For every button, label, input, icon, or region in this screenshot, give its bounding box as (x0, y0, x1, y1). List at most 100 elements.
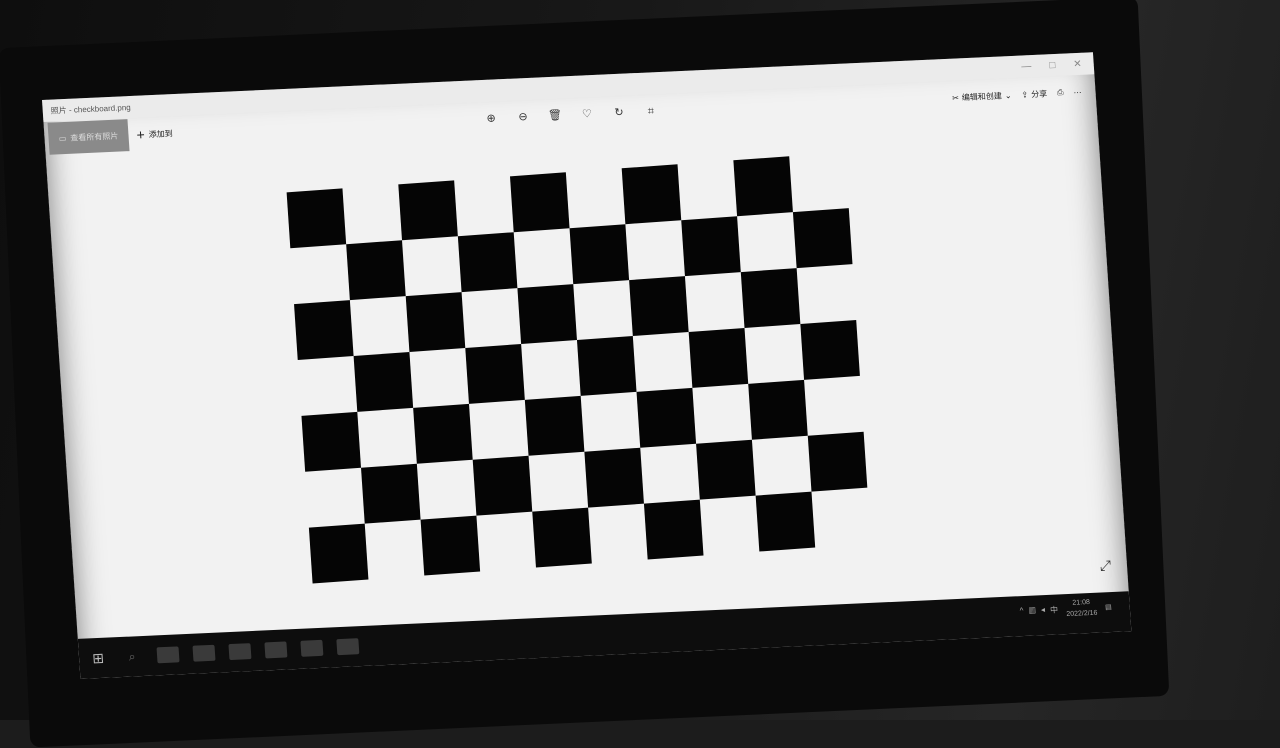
board-square (625, 220, 685, 280)
board-square (413, 403, 473, 464)
board-square (420, 515, 481, 576)
board-square (811, 488, 871, 548)
board-square (800, 319, 860, 380)
tray-icons: ^ ▥ ◂ 中 (1019, 604, 1058, 617)
delete-icon[interactable]: 🗑 (548, 108, 563, 123)
board-square (621, 164, 682, 225)
search-icon[interactable]: ⌕ (121, 648, 144, 665)
board-square (417, 460, 477, 520)
board-square (633, 332, 693, 392)
board-square (357, 408, 417, 468)
minimize-icon[interactable]: — (1021, 61, 1032, 72)
board-square (457, 232, 518, 293)
board-square (301, 411, 362, 472)
taskbar-app-3[interactable] (228, 643, 252, 661)
zoom-out-icon[interactable]: ⊖ (516, 110, 531, 125)
volume-icon[interactable]: ◂ (1041, 605, 1046, 616)
board-square (286, 188, 347, 249)
board-square (469, 400, 529, 460)
more-icon[interactable]: ⋯ (1073, 87, 1082, 96)
board-square (521, 340, 581, 400)
board-square (581, 392, 641, 452)
board-square (640, 444, 700, 504)
board-square (566, 168, 626, 228)
board-square (465, 343, 525, 404)
board-square (569, 224, 630, 285)
board-square (402, 236, 462, 296)
board-square (409, 348, 469, 408)
board-square (529, 452, 589, 512)
board-square (636, 387, 697, 448)
taskbar-app-1[interactable] (156, 646, 180, 664)
share-icon: ⇪ (1021, 89, 1029, 100)
heart-icon[interactable]: ♡ (580, 107, 595, 122)
crop-icon[interactable]: ⌗ (644, 104, 659, 119)
board-square (685, 272, 745, 332)
board-square (472, 455, 533, 516)
board-square (584, 447, 644, 508)
album-icon: ▭ (58, 133, 67, 143)
chevron-up-icon[interactable]: ^ (1019, 606, 1023, 617)
board-square (755, 491, 816, 552)
board-square (342, 184, 402, 244)
board-square (681, 216, 741, 277)
board-square (353, 351, 414, 412)
right-tools: ✂ 编辑和创建 ⌄ ⇪ 分享 ⎙ ⋯ (951, 75, 1083, 115)
board-square (692, 384, 752, 444)
rotate-icon[interactable]: ↻ (612, 106, 627, 121)
board-square (700, 496, 760, 556)
start-icon[interactable]: ⊞ (89, 650, 108, 667)
network-icon[interactable]: ▥ (1028, 605, 1036, 616)
board-square (752, 436, 812, 496)
clock[interactable]: 21:08 2022/2/16 (1065, 597, 1098, 620)
board-square (405, 292, 466, 352)
taskbar-app-6[interactable] (336, 638, 360, 656)
board-square (696, 439, 756, 500)
board-square (678, 160, 738, 220)
board-square (294, 300, 354, 360)
maximize-icon[interactable]: □ (1049, 60, 1056, 71)
fullscreen-icon[interactable]: ⤢ (1099, 557, 1111, 574)
add-to-button[interactable]: + 添加到 (136, 126, 173, 142)
add-to-label: 添加到 (148, 128, 173, 139)
view-all-photos-label: 查看所有照片 (70, 131, 119, 143)
board-square (398, 180, 458, 241)
board-square (737, 212, 797, 272)
taskbar-photos-app[interactable] (300, 639, 324, 657)
close-icon[interactable]: ✕ (1073, 58, 1082, 69)
edit-create-button[interactable]: ✂ 编辑和创建 ⌄ (952, 90, 1012, 104)
board-square (514, 228, 574, 288)
board-square (588, 504, 648, 564)
print-icon[interactable]: ⎙ (1057, 88, 1064, 98)
board-square (361, 463, 421, 524)
board-square (807, 431, 868, 492)
board-square (350, 296, 410, 356)
zoom-in-icon[interactable]: ⊕ (484, 111, 499, 126)
board-square (789, 152, 849, 212)
edit-create-label: 编辑和创建 (961, 90, 1003, 102)
image-tools: ⊕ ⊖ 🗑 ♡ ↻ ⌗ (483, 94, 659, 136)
window-title: 照片 - checkboard.png (50, 102, 131, 116)
taskbar-app-2[interactable] (192, 644, 216, 662)
window-controls: — □ ✕ (1021, 58, 1094, 72)
notification-icon[interactable]: ▤ (1105, 603, 1112, 611)
board-square (476, 512, 536, 572)
share-label: 分享 (1030, 88, 1048, 99)
board-square (688, 327, 749, 388)
board-square (792, 208, 853, 269)
edit-icon: ✂ (951, 92, 960, 103)
board-square (804, 376, 864, 436)
board-square (740, 268, 801, 328)
plus-icon: + (135, 126, 146, 143)
board-square (733, 156, 793, 217)
board-square (573, 280, 633, 340)
ime-icon[interactable]: 中 (1050, 604, 1059, 615)
board-square (745, 324, 805, 384)
board-square (517, 284, 577, 344)
share-button[interactable]: ⇪ 分享 (1021, 88, 1047, 100)
view-all-photos-button[interactable]: ▭ 查看所有照片 (47, 119, 130, 155)
board-square (305, 468, 365, 528)
board-square (298, 356, 358, 416)
taskbar-app-4[interactable] (264, 641, 288, 659)
board-square (797, 264, 857, 324)
